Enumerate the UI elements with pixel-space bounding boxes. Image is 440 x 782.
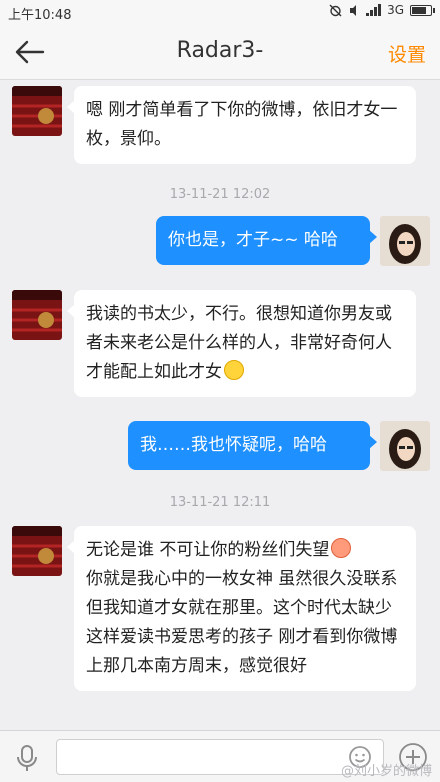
battery-icon xyxy=(410,4,435,16)
status-time: 上午10:48 xyxy=(8,8,72,23)
user-avatar[interactable] xyxy=(380,216,430,266)
mute-icon xyxy=(350,4,357,16)
message-text: 无论是谁 不可让你的粉丝们失望 xyxy=(86,540,330,560)
message-timestamp: 13-11-21 12:11 xyxy=(169,495,271,510)
contact-avatar[interactable] xyxy=(12,526,62,576)
message-text: 我……我也怀疑呢，哈哈 xyxy=(140,435,327,455)
microphone-icon xyxy=(17,745,37,771)
thinking-face-icon xyxy=(224,360,244,380)
network-type: 3G xyxy=(387,3,404,17)
voice-button[interactable] xyxy=(12,743,42,773)
settings-button[interactable]: 设置 xyxy=(388,40,426,67)
message-bubble-outgoing[interactable]: 你也是，才子~~ 哈哈 xyxy=(156,216,377,265)
chat-title: Radar3- xyxy=(176,38,264,63)
contact-avatar[interactable] xyxy=(12,86,62,136)
status-icons: 3G xyxy=(329,3,435,17)
status-bar: 上午10:48 3G xyxy=(0,0,440,24)
message-timestamp: 13-11-21 12:02 xyxy=(169,187,271,202)
alarm-off-icon xyxy=(329,4,342,16)
chat-header: Radar3- 设置 xyxy=(0,24,440,80)
message-text: 嗯 刚才简单看了下你的微博，依旧才女一枚，景仰。 xyxy=(86,100,398,149)
message-list[interactable]: 嗯 刚才简单看了下你的微博，依旧才女一枚，景仰。 13-11-21 12:02 … xyxy=(0,80,440,730)
signal-icon xyxy=(366,4,382,16)
contact-avatar[interactable] xyxy=(12,290,62,340)
message-input[interactable] xyxy=(56,739,384,775)
message-bubble-outgoing[interactable]: 我……我也怀疑呢，哈哈 xyxy=(128,421,377,470)
message-bubble-incoming[interactable]: 我读的书太少，不行。很想知道你男友或者未来老公是什么样的人，非常好奇何人才能配上… xyxy=(67,290,416,397)
watermark: @刘小岁的微博 xyxy=(340,764,432,779)
message-bubble-incoming[interactable]: 无论是谁 不可让你的粉丝们失望 你就是我心中的一枚女神 虽然很久没联系 但我知道… xyxy=(67,526,416,691)
message-text: 你也是，才子~~ 哈哈 xyxy=(168,230,338,250)
message-text-continued: 你就是我心中的一枚女神 虽然很久没联系 但我知道才女就在那里。这个时代太缺少这样… xyxy=(86,569,398,676)
pig-face-icon xyxy=(331,538,352,558)
message-bubble-incoming[interactable]: 嗯 刚才简单看了下你的微博，依旧才女一枚，景仰。 xyxy=(67,86,416,164)
user-avatar[interactable] xyxy=(380,421,430,471)
